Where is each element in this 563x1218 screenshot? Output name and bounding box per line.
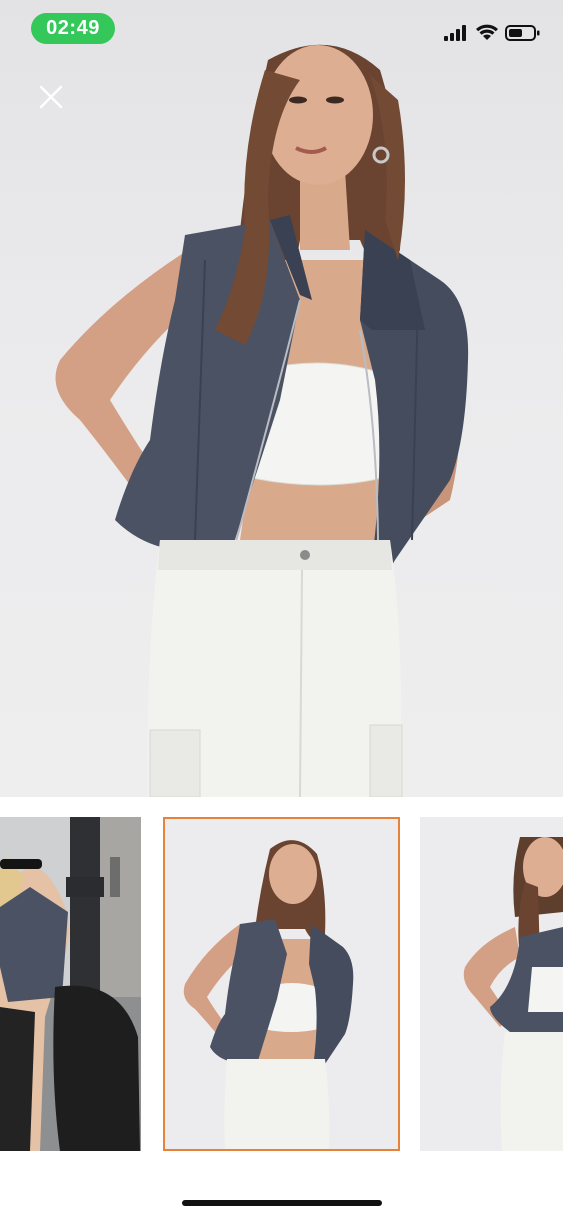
status-time: 02:49 (31, 13, 115, 44)
close-button[interactable] (33, 80, 69, 114)
thumbnail-image (165, 819, 398, 1149)
home-indicator[interactable] (182, 1200, 382, 1206)
cellular-signal-icon (444, 25, 466, 41)
status-bar: 02:49 (0, 0, 563, 56)
thumbnail-image (420, 817, 563, 1151)
thumbnail-strip (0, 797, 563, 1177)
thumbnail-1[interactable] (0, 817, 141, 1151)
wifi-icon (476, 24, 498, 40)
thumbnail-2-selected[interactable] (163, 817, 400, 1151)
close-icon (39, 85, 63, 109)
main-product-image[interactable] (0, 0, 563, 797)
thumbnail-3[interactable] (420, 817, 563, 1151)
thumbnail-image (0, 817, 141, 1151)
battery-icon (505, 25, 540, 41)
model-illustration (55, 44, 469, 797)
